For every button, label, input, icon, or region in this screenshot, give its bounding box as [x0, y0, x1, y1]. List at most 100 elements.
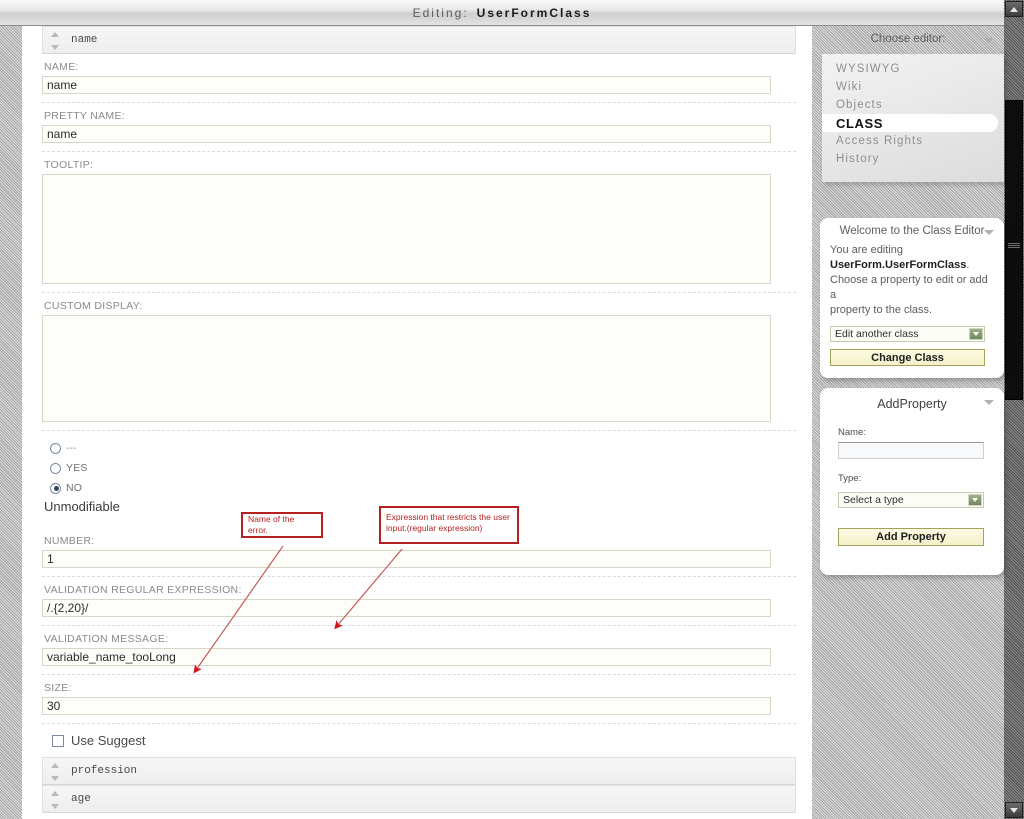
annotation-text-error: Name of the error.: [248, 514, 295, 535]
field-row-tooltip: TOOLTIP:: [42, 152, 796, 293]
property-header-age[interactable]: age: [42, 785, 796, 813]
welcome-panel-title: Welcome to the Class Editor: [820, 218, 1004, 243]
chevron-down-icon[interactable]: [969, 328, 983, 340]
field-row-pretty-name: PRETTY NAME:: [42, 103, 796, 152]
field-row-custom-display: CUSTOM DISPLAY:: [42, 293, 796, 431]
radio-option-no[interactable]: NO: [42, 478, 796, 498]
window-title-document: UserFormClass: [476, 5, 592, 20]
add-property-type-value: Select a type: [843, 493, 904, 506]
radio-option-yes[interactable]: YES: [42, 458, 796, 478]
right-rail: Choose editor: WYSIWYG Wiki Objects CLAS…: [812, 26, 1004, 819]
use-suggest-checkbox[interactable]: [52, 734, 64, 747]
chevron-down-icon[interactable]: [984, 38, 994, 43]
editor-chooser-list: WYSIWYG Wiki Objects CLASS Access Rights…: [822, 54, 1004, 182]
label-custom-display: CUSTOM DISPLAY:: [44, 300, 143, 312]
radio-option-blank[interactable]: ---: [42, 438, 796, 458]
chevron-down-icon[interactable]: [984, 400, 994, 405]
label-name: NAME:: [44, 61, 79, 73]
sort-arrows-icon[interactable]: [49, 763, 60, 781]
window-title-bar: Editing: UserFormClass: [0, 0, 1004, 26]
chevron-down-icon[interactable]: [984, 230, 994, 235]
radio-icon-blank[interactable]: [50, 442, 61, 454]
radio-icon-yes[interactable]: [50, 462, 61, 474]
property-header-name[interactable]: name: [42, 26, 796, 54]
window-scrollbar[interactable]: [1004, 0, 1024, 819]
sort-up-icon[interactable]: [50, 32, 59, 37]
editor-chooser-title: Choose editor:: [812, 26, 1004, 51]
welcome-line-1: You are editing: [830, 244, 903, 256]
sort-down-icon[interactable]: [50, 45, 59, 50]
scrollbar-down-button[interactable]: [1005, 802, 1023, 818]
property-header-profession[interactable]: profession: [42, 757, 796, 785]
left-gutter: [0, 26, 22, 819]
sort-arrows-icon[interactable]: [49, 791, 60, 809]
scrollbar-grip-icon: [1008, 243, 1020, 249]
sort-down-icon[interactable]: [50, 776, 59, 781]
welcome-class-name: UserForm.UserFormClass: [830, 259, 967, 271]
label-tooltip: TOOLTIP:: [44, 159, 94, 171]
editor-item-access-rights[interactable]: Access Rights: [822, 132, 1004, 150]
add-property-name-label: Name:: [838, 427, 866, 438]
property-header-label: name: [71, 34, 98, 46]
add-property-type-label: Type:: [838, 472, 862, 484]
field-row-validation-message: VALIDATION MESSAGE:: [42, 626, 796, 675]
radio-label-yes: YES: [66, 462, 88, 474]
chevron-down-icon[interactable]: [968, 493, 982, 506]
editor-chooser-title-text: Choose editor:: [870, 33, 946, 45]
use-suggest-label: Use Suggest: [71, 733, 146, 748]
editor-item-history[interactable]: History: [822, 150, 1004, 168]
annotation-box-error: Name of the error.: [241, 512, 323, 538]
editor-chooser-panel: Choose editor: WYSIWYG Wiki Objects CLAS…: [812, 26, 1004, 186]
editor-item-wiki[interactable]: Wiki: [822, 78, 1004, 96]
add-property-button[interactable]: Add Property: [838, 527, 984, 546]
welcome-panel-body: You are editing UserForm.UserFormClass. …: [820, 243, 1004, 366]
label-size: SIZE:: [44, 682, 72, 694]
welcome-panel-title-text: Welcome to the Class Editor: [839, 225, 985, 237]
add-property-panel: AddProperty Name: Type: Select a type Ad…: [820, 388, 1004, 575]
pretty-name-input[interactable]: [42, 125, 771, 143]
number-input[interactable]: [42, 550, 771, 568]
add-property-title-text: AddProperty: [877, 397, 947, 411]
field-row-validation-regex: VALIDATION REGULAR EXPRESSION:: [42, 577, 796, 626]
chevron-down-icon: [1010, 807, 1018, 813]
edit-another-class-select[interactable]: Edit another class: [830, 326, 985, 342]
annotation-box-regex: Expression that restricts the user input…: [379, 506, 519, 544]
label-pretty-name: PRETTY NAME:: [44, 110, 126, 122]
scrollbar-thumb[interactable]: [1005, 100, 1023, 400]
annotation-text-regex: Expression that restricts the user input…: [386, 512, 510, 533]
name-input[interactable]: [42, 76, 771, 94]
custom-display-textarea[interactable]: [42, 315, 771, 422]
welcome-line-2: Choose a property to edit or add a: [830, 274, 988, 301]
scrollbar-up-button[interactable]: [1005, 1, 1023, 17]
field-row-size: SIZE:: [42, 675, 796, 724]
validation-regex-input[interactable]: [42, 599, 771, 617]
tooltip-textarea[interactable]: [42, 174, 771, 284]
radio-label-no: NO: [66, 482, 83, 494]
editor-item-wysiwyg[interactable]: WYSIWYG: [822, 60, 1004, 78]
sort-up-icon[interactable]: [50, 763, 59, 768]
window-title-prefix: Editing:: [412, 5, 469, 20]
chevron-up-icon: [1010, 6, 1018, 12]
radio-icon-no[interactable]: [50, 482, 61, 494]
welcome-class-name-line: UserForm.UserFormClass.: [830, 258, 994, 273]
radio-label-blank: ---: [66, 442, 77, 454]
editor-item-objects[interactable]: Objects: [822, 96, 1004, 114]
sort-down-icon[interactable]: [50, 804, 59, 809]
add-property-body: Name: Type: Select a type Add Property: [820, 417, 1004, 546]
label-validation-message: VALIDATION MESSAGE:: [44, 633, 169, 645]
editor-item-class[interactable]: CLASS: [822, 114, 998, 132]
size-input[interactable]: [42, 697, 771, 715]
label-validation-regex: VALIDATION REGULAR EXPRESSION:: [44, 584, 242, 596]
sort-up-icon[interactable]: [50, 791, 59, 796]
app-root: Editing: UserFormClass name NAME: name P…: [0, 0, 1024, 819]
add-property-name-input[interactable]: [838, 441, 984, 459]
welcome-line-3: property to the class.: [830, 304, 933, 316]
use-suggest-row[interactable]: Use Suggest: [42, 724, 796, 757]
edit-another-class-value: Edit another class: [835, 328, 919, 340]
property-header-label: profession: [71, 765, 138, 777]
class-editor-content: name NAME: PRETTY NAME: TOOLTIP:: [22, 26, 812, 819]
sort-arrows-icon[interactable]: [49, 32, 60, 50]
change-class-button[interactable]: Change Class: [830, 349, 985, 366]
validation-message-input[interactable]: [42, 648, 771, 666]
add-property-type-select[interactable]: Select a type: [838, 491, 984, 508]
